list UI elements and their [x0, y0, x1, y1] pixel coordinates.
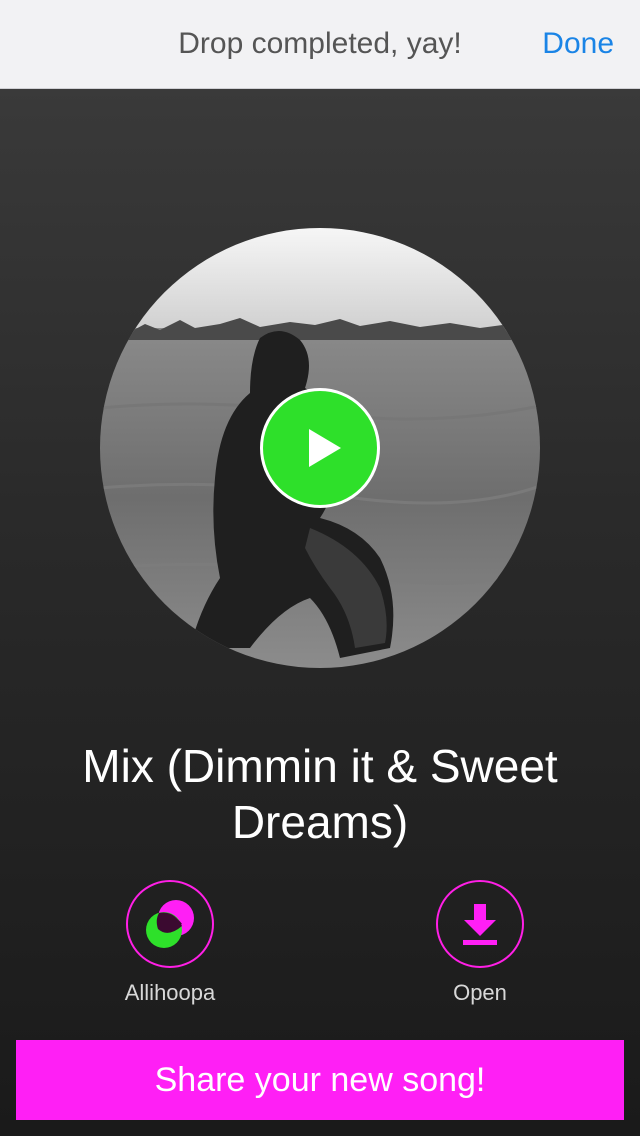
- allihoopa-button[interactable]: Allihoopa: [80, 880, 260, 1006]
- play-icon: [309, 429, 341, 467]
- top-bar: Drop completed, yay! Done: [0, 0, 640, 89]
- allihoopa-icon: [146, 900, 194, 948]
- download-icon: [463, 904, 497, 945]
- open-label: Open: [453, 980, 507, 1005]
- song-title: Mix (Dimmin it & Sweet Dreams): [82, 740, 558, 848]
- open-ring: [436, 880, 524, 968]
- play-button[interactable]: [260, 388, 380, 508]
- open-button[interactable]: Open: [390, 880, 570, 1006]
- allihoopa-label: Allihoopa: [124, 980, 216, 1005]
- allihoopa-ring: [126, 880, 214, 968]
- share-button[interactable]: Share your new song!: [16, 1040, 624, 1120]
- done-button[interactable]: Done: [542, 0, 614, 88]
